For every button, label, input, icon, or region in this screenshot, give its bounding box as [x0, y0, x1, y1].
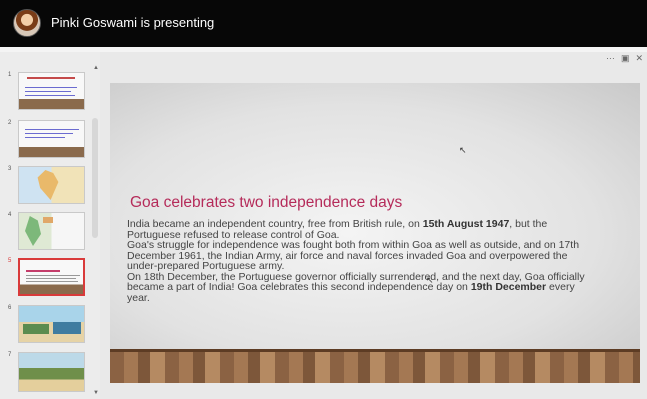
- slide-toolbar: ··· ▣ ✕: [606, 53, 643, 64]
- scroll-up-icon[interactable]: ▲: [93, 65, 99, 71]
- wooden-floor-decoration: [110, 349, 640, 383]
- presenter-bar: Pinki Goswami is presenting: [0, 0, 647, 47]
- pointer-cursor-icon: ↖: [426, 275, 434, 285]
- paragraph-1: India became an independent country, fre…: [127, 218, 548, 241]
- slide-number-4: 4: [8, 212, 12, 218]
- slide-thumbnail-3[interactable]: [18, 166, 85, 204]
- thumbnail-scrollbar[interactable]: [92, 118, 98, 238]
- slide-number-5: 5: [8, 258, 12, 264]
- slide-thumbnail-2[interactable]: [18, 120, 85, 158]
- slide-number-7: 7: [8, 352, 12, 358]
- presenter-label: Pinki Goswami is presenting: [51, 15, 215, 30]
- paragraph-3: On 18th December, the Portuguese governo…: [127, 270, 585, 304]
- slide-thumbnail-5[interactable]: [18, 258, 85, 296]
- close-icon[interactable]: ✕: [635, 53, 643, 64]
- scroll-down-icon[interactable]: ▼: [93, 390, 99, 396]
- current-slide: Goa celebrates two independence days Ind…: [110, 83, 640, 383]
- slide-number-1: 1: [8, 72, 12, 78]
- presenter-avatar: [13, 9, 41, 37]
- slide-body: India became an independent country, fre…: [127, 219, 597, 303]
- present-mode-icon[interactable]: ▣: [621, 53, 630, 64]
- cursor-icon: ↖: [459, 145, 467, 155]
- slide-thumbnail-1[interactable]: [18, 72, 85, 110]
- slide-thumbnail-7[interactable]: [18, 352, 85, 392]
- slide-title: Goa celebrates two independence days: [130, 194, 403, 211]
- paragraph-2: Goa's struggle for independence was foug…: [127, 239, 580, 272]
- more-options-icon[interactable]: ···: [606, 53, 615, 64]
- slide-number-2: 2: [8, 120, 12, 126]
- slide-thumbnail-6[interactable]: [18, 305, 85, 343]
- slide-number-3: 3: [8, 166, 12, 172]
- slide-thumbnail-4[interactable]: [18, 212, 85, 250]
- slide-number-6: 6: [8, 305, 12, 311]
- slide-thumbnail-panel: 1 2 3 4 5 6 7 ▲ ▼: [0, 52, 100, 399]
